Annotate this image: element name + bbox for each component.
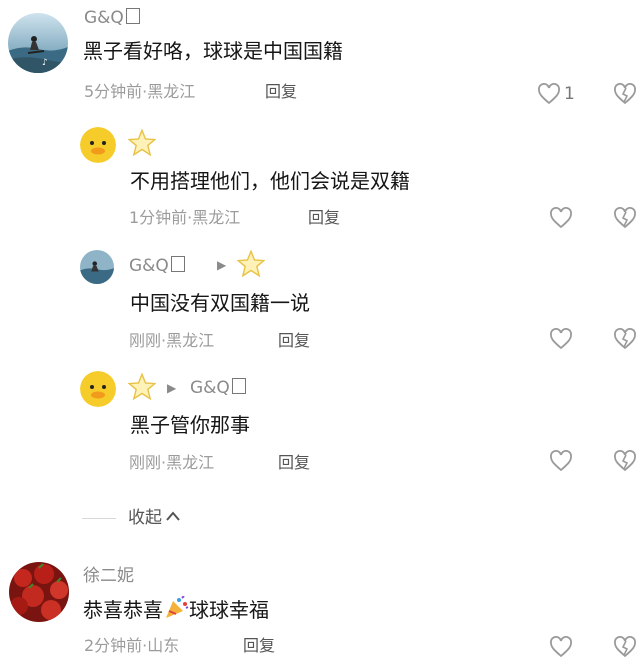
reply-button[interactable]: 回复: [278, 331, 310, 351]
reply-button[interactable]: 回复: [308, 208, 340, 228]
username[interactable]: G&Q: [129, 256, 185, 276]
star-icon: [127, 128, 157, 160]
missing-glyph-icon: [125, 8, 140, 24]
dislike-icon: [614, 450, 636, 472]
heart-outline-icon: [550, 207, 572, 229]
dislike-icon: [614, 83, 636, 105]
dislike-button[interactable]: [613, 636, 637, 662]
like-button[interactable]: [537, 83, 561, 109]
heart-outline-icon: [550, 636, 572, 658]
triangle-right-icon: ▶: [217, 258, 227, 272]
dislike-button[interactable]: [613, 207, 637, 233]
heart-outline-icon: [538, 83, 560, 105]
reply-button[interactable]: 回复: [265, 82, 297, 102]
username[interactable]: 徐二妮: [83, 566, 134, 586]
reply-button[interactable]: 回复: [278, 453, 310, 473]
dislike-button[interactable]: [613, 83, 637, 109]
avatar[interactable]: [80, 127, 116, 163]
comment-text: 黑子管你那事: [130, 413, 250, 437]
comment-text: 恭喜恭喜 球球幸福: [83, 595, 269, 622]
dislike-icon: [614, 636, 636, 658]
dislike-icon: [614, 328, 636, 350]
comment-text: 中国没有双国籍一说: [130, 291, 310, 315]
dislike-button[interactable]: [613, 328, 637, 354]
triangle-right-icon: ▶: [167, 381, 177, 395]
avatar[interactable]: ♪: [8, 13, 68, 73]
reply-to-username[interactable]: G&Q: [190, 378, 246, 398]
avatar[interactable]: [80, 250, 114, 284]
star-icon: [236, 249, 266, 281]
collapse-label: 收起: [128, 508, 162, 528]
username[interactable]: G&Q: [84, 8, 140, 28]
like-button[interactable]: [549, 450, 573, 476]
avatar[interactable]: [9, 562, 69, 622]
heart-outline-icon: [550, 328, 572, 350]
heart-outline-icon: [550, 450, 572, 472]
comment-time-location: 2分钟前·山东: [84, 636, 180, 655]
missing-glyph-icon: [231, 378, 246, 394]
chevron-up-icon: [166, 511, 180, 521]
avatar[interactable]: [80, 371, 116, 407]
missing-glyph-icon: [170, 256, 185, 272]
dislike-icon: [614, 207, 636, 229]
comment-text: 不用搭理他们，他们会说是双籍: [130, 169, 410, 193]
like-button[interactable]: [549, 207, 573, 233]
collapse-button[interactable]: 收起: [128, 507, 181, 529]
like-count: 1: [564, 84, 575, 104]
dislike-button[interactable]: [613, 450, 637, 476]
comment-time-location: 5分钟前·黑龙江: [84, 82, 196, 101]
svg-text:♪: ♪: [42, 58, 48, 68]
comment-time-location: 刚刚·黑龙江: [129, 331, 215, 350]
like-button[interactable]: [549, 636, 573, 662]
like-button[interactable]: [549, 328, 573, 354]
party-popper-icon: [166, 595, 189, 618]
star-icon: [127, 372, 157, 404]
comment-time-location: 刚刚·黑龙江: [129, 453, 215, 472]
collapse-divider: [82, 518, 116, 519]
comment-time-location: 1分钟前·黑龙江: [129, 208, 241, 227]
comment-text: 黑子看好咯，球球是中国国籍: [83, 39, 343, 63]
reply-button[interactable]: 回复: [243, 636, 275, 656]
